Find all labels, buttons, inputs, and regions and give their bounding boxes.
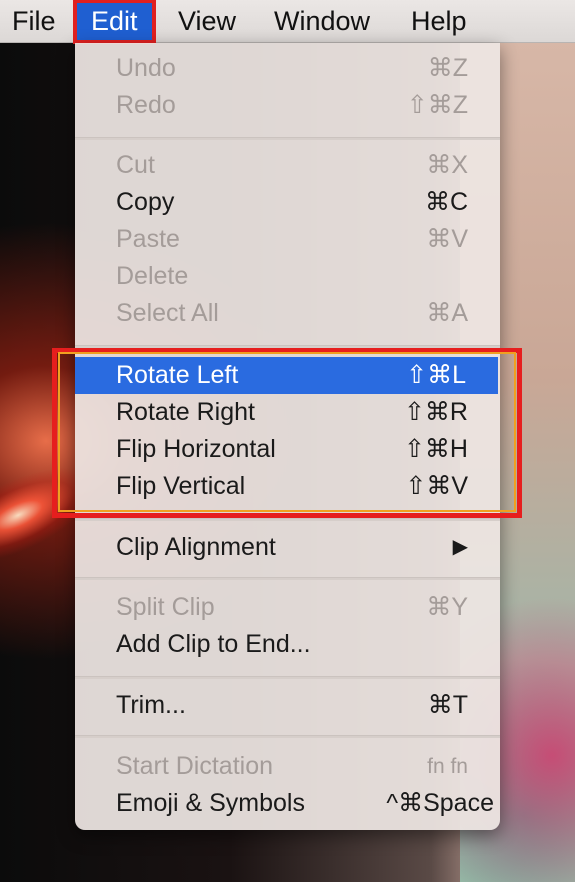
menu-item-shortcut: ⌘Z [427, 54, 468, 82]
menu-separator [75, 137, 500, 140]
menu-item-paste[interactable]: Paste ⌘V [75, 221, 500, 258]
menu-item-label: Delete [116, 262, 189, 290]
menu-item-shortcut: ⌘Y [426, 593, 468, 621]
menu-item-add-clip-to-end[interactable]: Add Clip to End... [75, 626, 500, 663]
menu-item-trim[interactable]: Trim... ⌘T [75, 687, 500, 724]
menu-item-delete[interactable]: Delete [75, 258, 500, 295]
menu-item-label: Paste [116, 225, 180, 253]
menu-item-label: Clip Alignment [116, 533, 276, 561]
menu-item-label: Select All [116, 299, 219, 327]
menu-item-label: Copy [116, 188, 175, 216]
menu-item-label: Start Dictation [116, 752, 274, 780]
menu-separator [75, 735, 500, 738]
menu-item-label: Trim... [116, 691, 186, 719]
menu-item-label: Cut [116, 151, 155, 179]
menu-item-label: Emoji & Symbols [116, 789, 305, 817]
menu-item-redo[interactable]: Redo ⇧⌘Z [75, 87, 500, 124]
menu-separator [75, 676, 500, 679]
menu-item-shortcut: ⇧⌘Z [406, 91, 468, 119]
menu-view[interactable]: View [178, 0, 236, 43]
menu-item-shortcut: ⌘C [424, 188, 468, 216]
menu-item-clip-alignment[interactable]: Clip Alignment ▶ [75, 529, 500, 566]
menu-item-label: Split Clip [116, 593, 215, 621]
menu-help[interactable]: Help [411, 0, 467, 43]
menu-item-emoji-symbols[interactable]: Emoji & Symbols ^⌘Space [75, 785, 500, 822]
menu-item-select-all[interactable]: Select All ⌘A [75, 295, 500, 332]
menu-item-copy[interactable]: Copy ⌘C [75, 184, 500, 221]
menu-item-shortcut: ⌘T [427, 691, 468, 719]
menu-edit[interactable]: Edit [73, 0, 156, 44]
menu-item-shortcut: ⌘A [426, 299, 468, 327]
menu-separator [75, 518, 500, 521]
menu-item-label: Undo [116, 54, 176, 82]
menu-item-shortcut: ⌘X [426, 151, 468, 179]
menu-item-start-dictation[interactable]: Start Dictation fn fn [75, 748, 500, 785]
menu-item-label: Redo [116, 91, 176, 119]
menu-item-undo[interactable]: Undo ⌘Z [75, 50, 500, 87]
menu-item-label: Add Clip to End... [116, 630, 311, 658]
menu-window[interactable]: Window [274, 0, 370, 43]
menu-bar: File Edit View Window Help [0, 0, 575, 44]
menu-separator [75, 577, 500, 580]
menu-file[interactable]: File [12, 0, 56, 43]
menu-item-shortcut: ⌘V [426, 225, 468, 253]
menu-item-cut[interactable]: Cut ⌘X [75, 147, 500, 184]
annotation-inner-outline [58, 352, 516, 512]
menu-item-shortcut: ^⌘Space [386, 789, 494, 817]
submenu-arrow-icon: ▶ [452, 536, 468, 558]
menu-item-shortcut: fn fn [427, 755, 468, 778]
menu-item-split-clip[interactable]: Split Clip ⌘Y [75, 589, 500, 626]
